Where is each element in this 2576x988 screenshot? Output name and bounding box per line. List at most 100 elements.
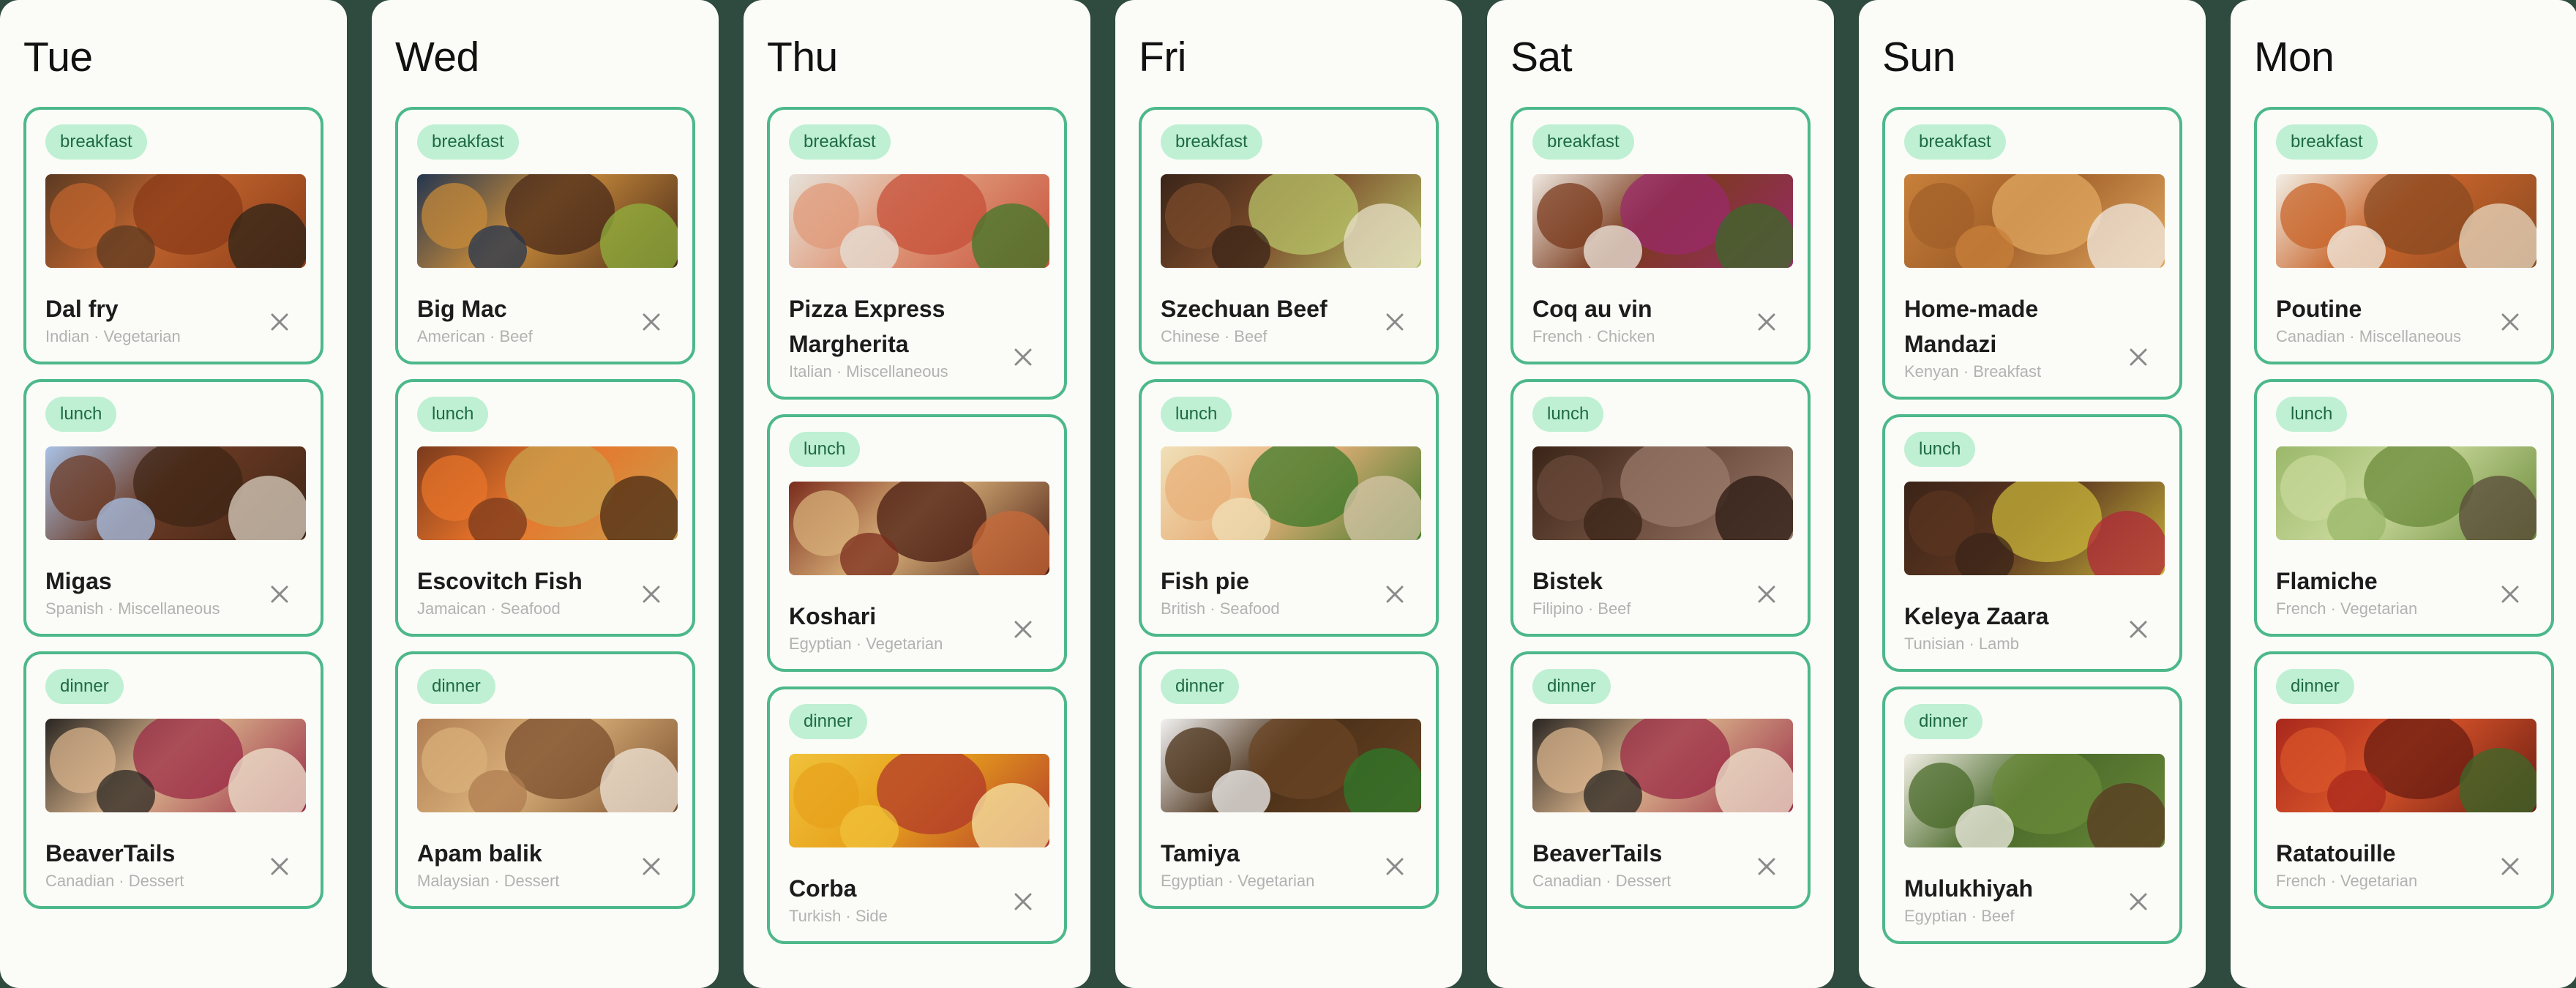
meal-category: Dessert: [503, 872, 560, 890]
meal-cuisine: Canadian: [45, 872, 115, 890]
meal-card-breakfast[interactable]: breakfast Big Mac American · Beef: [395, 107, 695, 364]
remove-meal-button[interactable]: [1751, 850, 1783, 883]
meal-card-dinner[interactable]: dinner Apam balik Malaysian · Dessert: [395, 651, 695, 909]
remove-meal-button[interactable]: [2494, 850, 2526, 883]
meal-card-dinner[interactable]: dinner BeaverTails Canadian · Dessert: [1510, 651, 1811, 909]
meal-name[interactable]: Escovitch Fish: [417, 564, 622, 599]
remove-meal-button[interactable]: [263, 850, 296, 883]
meal-name[interactable]: Flamiche: [2276, 564, 2481, 599]
meal-name[interactable]: Fish pie: [1161, 564, 1366, 599]
remove-meal-button[interactable]: [263, 306, 296, 338]
remove-meal-button[interactable]: [1379, 306, 1411, 338]
meal-name[interactable]: Keleya Zaara: [1904, 599, 2109, 634]
meal-name[interactable]: Szechuan Beef: [1161, 291, 1366, 326]
remove-meal-button[interactable]: [635, 850, 667, 883]
meal-name[interactable]: Home-made Mandazi: [1904, 291, 2109, 362]
meal-name[interactable]: Big Mac: [417, 291, 622, 326]
meal-card-lunch[interactable]: lunch Migas Spanish · Miscellaneous: [23, 379, 323, 637]
meal-name[interactable]: Coq au vin: [1532, 291, 1737, 326]
meal-name[interactable]: BeaverTails: [45, 836, 250, 871]
day-title: Fri: [1139, 34, 1186, 81]
meta-separator: ·: [89, 327, 104, 345]
remove-meal-button[interactable]: [2494, 578, 2526, 610]
corba-photo: [789, 754, 1049, 847]
meal-name[interactable]: Mulukhiyah: [1904, 871, 2109, 906]
meal-card-breakfast[interactable]: breakfast Coq au vin French · Chicken: [1510, 107, 1811, 364]
meal-name[interactable]: Tamiya: [1161, 836, 1366, 871]
meta-separator: ·: [2326, 599, 2341, 618]
meal-card-breakfast[interactable]: breakfast Home-made Mandazi Kenyan · Break…: [1882, 107, 2182, 400]
meal-card-dinner[interactable]: dinner BeaverTails Canadian · Dessert: [23, 651, 323, 909]
meal-meta: British · Seafood: [1161, 599, 1280, 619]
close-icon: [643, 585, 660, 603]
meal-name[interactable]: Bistek: [1532, 564, 1737, 599]
remove-meal-button[interactable]: [1751, 306, 1783, 338]
meal-name[interactable]: Dal fry: [45, 291, 250, 326]
meal-name[interactable]: Apam balik: [417, 836, 622, 871]
meal-card-breakfast[interactable]: breakfast Poutine Canadian · Miscellaneous: [2254, 107, 2554, 364]
meal-cuisine: Spanish: [45, 599, 104, 618]
meal-card-lunch[interactable]: lunch Koshari Egyptian · Vegetarian: [767, 414, 1067, 672]
meal-card-breakfast[interactable]: breakfast Pizza Express Margherita Italian…: [767, 107, 1067, 400]
meal-card-breakfast[interactable]: breakfast Dal fry Indian · Vegetarian: [23, 107, 323, 364]
meal-type-tag: dinner: [1904, 704, 1982, 739]
meal-card-lunch[interactable]: lunch Fish pie British · Seafood: [1139, 379, 1439, 637]
remove-meal-button[interactable]: [1007, 341, 1039, 373]
meal-name[interactable]: Poutine: [2276, 291, 2481, 326]
close-icon: [2501, 858, 2519, 875]
meta-separator: ·: [1205, 599, 1220, 618]
meal-type-tag: lunch: [1532, 397, 1604, 432]
meal-card-lunch[interactable]: lunch Keleya Zaara Tunisian · Lamb: [1882, 414, 2182, 672]
meal-name[interactable]: Koshari: [789, 599, 994, 634]
remove-meal-button[interactable]: [635, 306, 667, 338]
meta-separator: ·: [1966, 907, 1982, 925]
meal-type-tag: breakfast: [1161, 124, 1262, 160]
remove-meal-button[interactable]: [263, 578, 296, 610]
meal-cuisine: Egyptian: [789, 635, 852, 653]
meal-category: Beef: [1981, 907, 2015, 925]
day-column-mon: Mon breakfast Poutine Canadian · Miscellane…: [2231, 0, 2576, 988]
remove-meal-button[interactable]: [2122, 341, 2154, 373]
meal-type-tag: breakfast: [45, 124, 147, 160]
meta-separator: ·: [484, 327, 500, 345]
remove-meal-button[interactable]: [1379, 850, 1411, 883]
meta-separator: ·: [1601, 872, 1616, 890]
remove-meal-button[interactable]: [1007, 613, 1039, 645]
meal-name[interactable]: Ratatouille: [2276, 836, 2481, 871]
day-column-sun: Sun breakfast Home-made Mandazi Kenyan · Br…: [1859, 0, 2206, 988]
meal-card-breakfast[interactable]: breakfast Szechuan Beef Chinese · Beef: [1139, 107, 1439, 364]
meta-separator: ·: [2326, 872, 2341, 890]
meal-category: Miscellaneous: [2359, 327, 2462, 345]
meal-cuisine: Turkish: [789, 907, 842, 925]
meal-name[interactable]: Pizza Express Margherita: [789, 291, 994, 362]
remove-meal-button[interactable]: [2122, 613, 2154, 645]
day-column-tue: Tue breakfast Dal fry Indian · Vegetarian lu…: [0, 0, 347, 988]
meal-name[interactable]: BeaverTails: [1532, 836, 1737, 871]
bistek-photo: [1532, 446, 1793, 540]
remove-meal-button[interactable]: [2494, 306, 2526, 338]
meal-card-dinner[interactable]: dinner Tamiya Egyptian · Vegetarian: [1139, 651, 1439, 909]
meal-category: Side: [855, 907, 888, 925]
meta-separator: ·: [831, 362, 847, 381]
meal-card-dinner[interactable]: dinner Corba Turkish · Side: [767, 686, 1067, 944]
remove-meal-button[interactable]: [635, 578, 667, 610]
close-icon: [2130, 893, 2147, 910]
meal-card-lunch[interactable]: lunch Escovitch Fish Jamaican · Seafood: [395, 379, 695, 637]
remove-meal-button[interactable]: [1751, 578, 1783, 610]
remove-meal-button[interactable]: [2122, 886, 2154, 918]
close-icon: [1014, 621, 1032, 638]
meal-category: Miscellaneous: [118, 599, 220, 618]
meal-card-dinner[interactable]: dinner Ratatouille French · Vegetarian: [2254, 651, 2554, 909]
meal-type-tag: lunch: [1904, 432, 1976, 467]
meal-card-lunch[interactable]: lunch Flamiche French · Vegetarian: [2254, 379, 2554, 637]
meal-type-tag: lunch: [45, 397, 117, 432]
remove-meal-button[interactable]: [1007, 886, 1039, 918]
remove-meal-button[interactable]: [1379, 578, 1411, 610]
meal-card-dinner[interactable]: dinner Mulukhiyah Egyptian · Beef: [1882, 686, 2182, 944]
meal-category: Dessert: [1615, 872, 1671, 890]
meal-name[interactable]: Corba: [789, 871, 994, 906]
meal-card-lunch[interactable]: lunch Bistek Filipino · Beef: [1510, 379, 1811, 637]
meal-cuisine: American: [417, 327, 485, 345]
meal-cuisine: Jamaican: [417, 599, 487, 618]
meal-name[interactable]: Migas: [45, 564, 250, 599]
